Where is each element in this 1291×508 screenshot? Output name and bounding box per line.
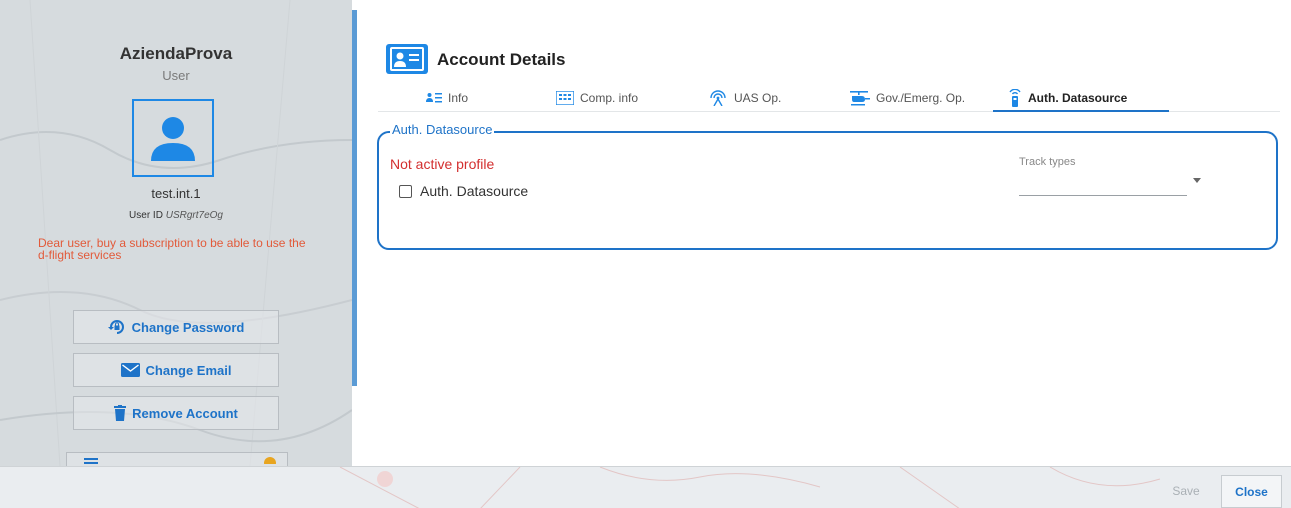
tab-info[interactable]: Info (426, 84, 468, 111)
signal-tower-icon (710, 89, 726, 106)
sidebar-scrollbar[interactable] (352, 10, 357, 386)
track-types-select[interactable] (1019, 172, 1187, 196)
auth-datasource-checkbox[interactable] (399, 184, 412, 198)
track-types-label: Track types (1019, 156, 1076, 168)
change-email-button[interactable]: Change Email (73, 353, 279, 387)
user-icon (151, 117, 195, 161)
tab-auth-datasource[interactable]: Auth. Datasource (1008, 84, 1127, 111)
tab-label: Comp. info (580, 90, 639, 105)
user-id-label: User ID (129, 210, 163, 221)
subscription-button[interactable] (66, 452, 288, 466)
username: test.int.1 (151, 186, 201, 201)
profile-sidebar: AziendaProva User test.int.1 User ID USR… (0, 0, 352, 466)
building-icon (556, 90, 574, 105)
person-list-icon (426, 92, 442, 102)
lock-reset-icon (107, 320, 124, 334)
dialog-footer (0, 466, 1291, 508)
tab-comp-info[interactable]: Comp. info (556, 84, 638, 111)
auth-datasource-checkbox-row[interactable]: Auth. Datasource (399, 183, 528, 199)
user-id: User ID USRgrt7eOg (0, 210, 352, 221)
profile-status: Not active profile (390, 156, 495, 172)
subscription-warning: Dear user, buy a subscription to be able… (38, 236, 306, 262)
trash-icon (114, 405, 127, 421)
tab-label: UAS Op. (734, 90, 782, 105)
fieldset-legend: Auth. Datasource (390, 122, 495, 137)
coin-icon (264, 457, 276, 464)
company-name: AziendaProva (119, 44, 233, 63)
helicopter-icon (850, 90, 870, 105)
save-button[interactable]: Save (1160, 476, 1212, 506)
tab-label: Auth. Datasource (1028, 90, 1128, 105)
id-card-icon (386, 44, 428, 74)
remove-account-button[interactable]: Remove Account (73, 396, 279, 430)
change-email-label: Change Email (145, 362, 232, 378)
user-id-value: USRgrt7eOg (165, 210, 223, 221)
user-role: User (162, 68, 190, 83)
envelope-icon (120, 363, 140, 377)
page-title: Account Details (437, 50, 566, 69)
active-tab-indicator (993, 110, 1169, 112)
close-button[interactable]: Close (1221, 475, 1282, 508)
remote-control-icon (1009, 88, 1021, 107)
tab-label: Gov./Emerg. Op. (876, 90, 966, 105)
avatar (132, 99, 214, 177)
remove-account-label: Remove Account (132, 405, 238, 421)
map-background (0, 467, 1291, 508)
list-icon (84, 458, 98, 464)
tab-label: Info (448, 90, 469, 105)
tab-uas-op[interactable]: UAS Op. (708, 84, 781, 111)
tab-gov-emerg-op[interactable]: Gov./Emerg. Op. (848, 84, 965, 111)
checkbox-label: Auth. Datasource (420, 183, 529, 199)
tab-bar: Info Comp. info UAS Op. Gov./Emerg. Op. … (378, 84, 1280, 112)
change-password-label: Change Password (131, 319, 245, 335)
chevron-down-icon[interactable] (1193, 178, 1201, 183)
id-card-glyph (390, 47, 424, 71)
change-password-button[interactable]: Change Password (73, 310, 279, 344)
